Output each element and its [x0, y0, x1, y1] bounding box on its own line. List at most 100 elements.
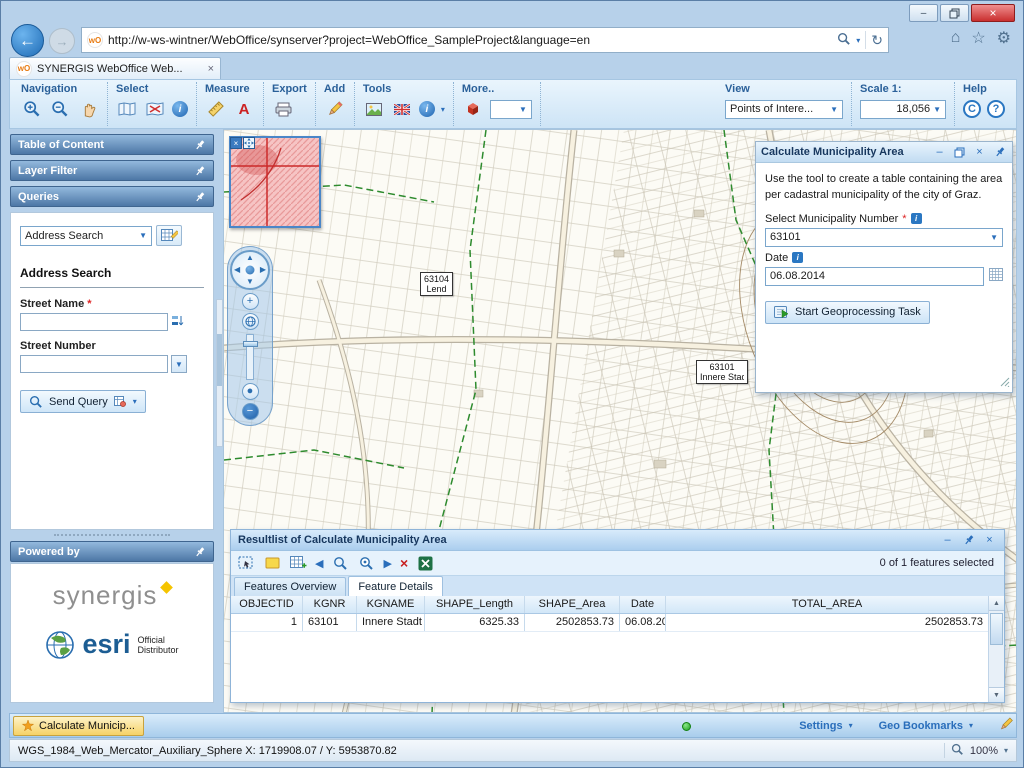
- column-header[interactable]: OBJECTID: [231, 596, 303, 613]
- info-tool-icon[interactable]: i: [419, 101, 435, 117]
- column-header[interactable]: Date: [620, 596, 666, 613]
- close-icon[interactable]: ×: [972, 145, 987, 160]
- panel-drag-handle[interactable]: [54, 534, 170, 536]
- window-restore-button[interactable]: [940, 4, 969, 22]
- scale-select[interactable]: 18,056▼: [860, 100, 946, 119]
- more-tools-select[interactable]: ▼: [490, 100, 532, 119]
- scale-select-button[interactable]: ●: [242, 383, 259, 400]
- overview-move-icon[interactable]: [243, 137, 255, 149]
- tab-features-overview[interactable]: Features Overview: [234, 577, 346, 596]
- zoom-in-icon[interactable]: [21, 98, 43, 120]
- scrollbar-thumb[interactable]: [990, 613, 1003, 645]
- print-icon[interactable]: [272, 98, 294, 120]
- close-icon[interactable]: ×: [982, 533, 997, 548]
- zoom-level[interactable]: 100%: [970, 745, 998, 757]
- resultlist-header[interactable]: Resultlist of Calculate Municipality Are…: [231, 530, 1004, 551]
- full-extent-button[interactable]: [242, 313, 259, 330]
- minimize-icon[interactable]: –: [940, 533, 955, 548]
- column-header[interactable]: KGNAME: [357, 596, 425, 613]
- browser-forward-button[interactable]: →: [49, 28, 75, 54]
- previous-feature-icon[interactable]: ◀: [315, 557, 323, 570]
- ruler-icon[interactable]: [205, 98, 227, 120]
- favorites-icon[interactable]: ☆: [971, 28, 985, 48]
- tab-feature-details[interactable]: Feature Details: [348, 576, 443, 596]
- zoom-icon[interactable]: [951, 743, 964, 759]
- street-name-input[interactable]: [20, 313, 168, 331]
- zoom-dropdown-icon[interactable]: ▾: [1004, 746, 1008, 755]
- scrollbar-thumb[interactable]: [217, 334, 222, 386]
- municipality-number-select[interactable]: 63101 ▼: [765, 228, 1003, 247]
- pin-icon[interactable]: [194, 165, 206, 177]
- zoom-out-icon[interactable]: [49, 98, 71, 120]
- map-viewport[interactable]: × ▲ ▼ ◀ ▶ + ● − 6: [223, 129, 1017, 713]
- zoom-to-all-icon[interactable]: [357, 554, 375, 572]
- date-input[interactable]: 06.08.2014: [765, 267, 984, 286]
- zoom-slider-handle[interactable]: [243, 341, 258, 347]
- highlight-icon[interactable]: [263, 554, 281, 572]
- chevron-down-icon[interactable]: ▾: [969, 721, 973, 730]
- tab-close-icon[interactable]: ×: [208, 63, 214, 75]
- table-row[interactable]: 1 63101 Innere Stadt 6325.33 2502853.73 …: [231, 614, 988, 632]
- scroll-down-icon[interactable]: ▼: [989, 687, 1004, 702]
- column-header[interactable]: KGNR: [303, 596, 357, 613]
- edit-pencil-icon[interactable]: [999, 717, 1013, 734]
- image-icon[interactable]: [363, 98, 385, 120]
- label-a-icon[interactable]: A: [233, 98, 255, 120]
- dialog-header[interactable]: Calculate Municipality Area – ×: [756, 142, 1012, 163]
- tools-dropdown-icon[interactable]: ▾: [441, 105, 445, 114]
- search-dropdown-icon[interactable]: ▾: [856, 36, 860, 45]
- view-select[interactable]: Points of Intere...▼: [725, 100, 843, 119]
- browser-tab[interactable]: wO SYNERGIS WebOffice Web... ×: [9, 57, 221, 79]
- sidebar-scrollbar[interactable]: [216, 299, 223, 447]
- export-excel-icon[interactable]: [416, 554, 434, 572]
- info-icon[interactable]: i: [911, 213, 922, 224]
- clear-selection-icon[interactable]: [144, 98, 166, 120]
- draw-pencil-icon[interactable]: [324, 98, 346, 120]
- select-features-icon[interactable]: [237, 554, 255, 572]
- window-minimize-button[interactable]: –: [909, 4, 938, 22]
- start-geoprocessing-button[interactable]: Start Geoprocessing Task: [765, 301, 930, 324]
- table-header-row[interactable]: OBJECTID KGNR KGNAME SHAPE_Length SHAPE_…: [231, 596, 988, 614]
- pan-south-icon[interactable]: ▼: [246, 278, 254, 286]
- pin-icon[interactable]: [961, 533, 976, 548]
- refresh-icon[interactable]: ↻: [871, 32, 883, 49]
- column-header[interactable]: SHAPE_Length: [425, 596, 525, 613]
- copyright-button[interactable]: C: [963, 100, 981, 118]
- zoom-out-button[interactable]: −: [242, 403, 259, 420]
- chevron-down-icon[interactable]: ▾: [133, 397, 137, 406]
- pan-west-icon[interactable]: ◀: [234, 266, 240, 274]
- geoprocessing-cube-icon[interactable]: [462, 98, 484, 120]
- home-icon[interactable]: ⌂: [951, 29, 961, 47]
- help-button[interactable]: ?: [987, 100, 1005, 118]
- scroll-up-icon[interactable]: ▲: [989, 596, 1004, 611]
- remove-results-icon[interactable]: ×: [400, 555, 408, 571]
- calendar-icon[interactable]: [989, 268, 1003, 284]
- search-icon[interactable]: [837, 32, 851, 49]
- chevron-down-icon[interactable]: ▾: [849, 721, 853, 730]
- compass-center-icon[interactable]: [246, 266, 255, 275]
- panel-header-queries[interactable]: Queries: [10, 186, 214, 207]
- info-icon[interactable]: i: [792, 252, 803, 263]
- column-header[interactable]: TOTAL_AREA: [666, 596, 988, 613]
- select-map-icon[interactable]: [116, 98, 138, 120]
- pin-icon[interactable]: [992, 145, 1007, 160]
- window-close-button[interactable]: ×: [971, 4, 1015, 22]
- browser-back-button[interactable]: ←: [11, 24, 44, 57]
- street-number-dropdown[interactable]: ▼: [171, 355, 187, 373]
- minimize-icon[interactable]: –: [932, 145, 947, 160]
- tools-gear-icon[interactable]: ⚙: [997, 28, 1011, 48]
- panel-header-layer-filter[interactable]: Layer Filter: [10, 160, 214, 181]
- compass-control[interactable]: ▲ ▼ ◀ ▶: [230, 250, 270, 290]
- zoom-slider[interactable]: [246, 334, 254, 380]
- pan-east-icon[interactable]: ▶: [260, 266, 266, 274]
- address-bar[interactable]: wO http://w-ws-wintner/WebOffice/synserv…: [81, 27, 889, 53]
- zoom-in-button[interactable]: +: [242, 293, 259, 310]
- settings-menu[interactable]: Settings: [799, 720, 842, 732]
- url-text[interactable]: http://w-ws-wintner/WebOffice/synserver?…: [108, 33, 832, 47]
- edit-query-button[interactable]: [156, 225, 182, 246]
- minimized-window-button[interactable]: Calculate Municip...: [13, 716, 144, 736]
- add-to-table-icon[interactable]: [289, 554, 307, 572]
- language-flag-icon[interactable]: [391, 98, 413, 120]
- pin-icon[interactable]: [194, 546, 206, 558]
- pin-icon[interactable]: [194, 191, 206, 203]
